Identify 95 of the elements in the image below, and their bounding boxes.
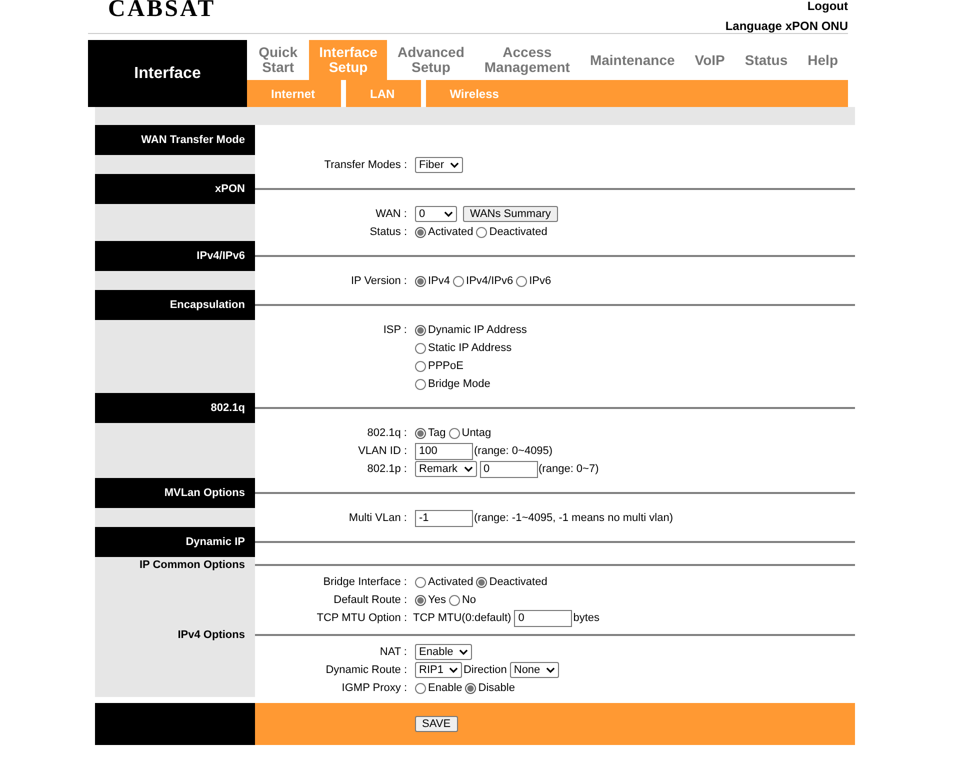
input-field[interactable]: 0 (480, 460, 538, 478)
hint-text: (range: 0~4095) (474, 444, 553, 459)
radio-label: Untag (462, 426, 492, 441)
field-label: NAT : (378, 645, 408, 660)
nav-tab[interactable]: Access Management (474, 40, 580, 80)
radio-button[interactable] (465, 682, 476, 694)
hint-text: bytes (573, 611, 600, 626)
radio-label: Dynamic IP Address (428, 323, 527, 338)
radio-label: Static IP Address (428, 341, 512, 356)
chevron-icon (449, 667, 458, 673)
radio-button[interactable] (476, 226, 488, 238)
section-header: MVLan Options (95, 478, 255, 508)
radio-button[interactable] (415, 576, 426, 588)
hint-text: (range: 0~7) (538, 462, 599, 477)
radio-button[interactable] (415, 342, 426, 354)
save-button[interactable]: SAVE (415, 716, 458, 732)
radio-button[interactable] (415, 360, 426, 372)
chevron-icon (444, 211, 453, 217)
input-field[interactable]: 100 (415, 442, 473, 460)
section-header: Dynamic IP (95, 527, 255, 557)
field-label: IGMP Proxy : (340, 681, 408, 696)
radio-button[interactable] (476, 576, 488, 588)
logo-text: CABSAT (108, 0, 216, 18)
field-label: Status : (368, 225, 408, 240)
hint-text: Direction (463, 663, 507, 678)
wans-summary-button[interactable]: WANs Summary (463, 206, 558, 222)
radio-button[interactable] (415, 324, 426, 336)
chevron-icon (546, 667, 556, 673)
field-label: 802.1q : (366, 426, 408, 441)
section-header: WAN Transfer Mode (95, 125, 255, 155)
field-label: WAN : (374, 207, 408, 222)
nav-tab[interactable]: Status (734, 40, 798, 80)
section-header: xPON (95, 174, 255, 204)
radio-button[interactable] (448, 594, 460, 606)
nav-tab[interactable]: VoIP (684, 40, 735, 80)
radio-label: Activated (428, 225, 474, 240)
field-label: Bridge Interface : (322, 575, 408, 590)
radio-label: Deactivated (489, 225, 548, 240)
section-label: IP Common Options (95, 557, 255, 572)
radio-label: IPv4/IPv6 (466, 274, 514, 289)
language-label: Language xPON ONU (725, 19, 848, 33)
radio-label: Bridge Mode (428, 377, 490, 392)
dropdown[interactable]: Remark (415, 461, 477, 477)
radio-button[interactable] (415, 682, 426, 694)
section-header: Encapsulation (95, 290, 255, 320)
radio-button[interactable] (448, 428, 460, 438)
radio-button[interactable] (453, 276, 464, 286)
chevron-icon (464, 466, 473, 472)
field-label: 802.1p : (366, 462, 408, 477)
section-header: IPv4/IPv6 (95, 241, 255, 271)
dropdown[interactable]: None (510, 662, 560, 678)
dropdown[interactable]: Enable (415, 644, 472, 660)
field-label: ISP : (382, 323, 408, 338)
radio-button[interactable] (516, 276, 528, 286)
radio-button[interactable] (415, 378, 426, 390)
nav-tab[interactable]: Quick Start (247, 40, 310, 80)
section-title: Interface (88, 40, 247, 107)
input-field[interactable]: 0 (514, 610, 572, 626)
nav-tab[interactable]: Help (798, 40, 848, 80)
field-label: Multi VLan : (348, 511, 408, 526)
field-label: Transfer Modes : (323, 158, 408, 173)
field-label: Default Route : (332, 593, 408, 608)
radio-label: IPv6 (529, 274, 552, 289)
field-label: TCP MTU Option : (316, 611, 408, 626)
section-header: 802.1q (95, 393, 255, 423)
menu-separator (420, 80, 426, 107)
radio-button[interactable] (415, 276, 426, 286)
radio-label: Deactivated (489, 575, 548, 590)
input-field[interactable]: -1 (415, 510, 473, 526)
radio-label: IPv4 (428, 274, 450, 289)
dropdown[interactable]: RIP1 (415, 662, 462, 678)
section-label: IPv4 Options (95, 627, 255, 642)
radio-label: Activated (428, 575, 474, 590)
menu-separator (341, 80, 346, 107)
radio-label: Enable (428, 681, 462, 696)
field-label: IP Version : (350, 274, 408, 289)
hint-text: (range: -1~4095, -1 means no multi vlan) (474, 511, 674, 526)
nav-tab[interactable]: Advanced Setup (387, 40, 474, 80)
field-label: VLAN ID : (357, 444, 408, 459)
dropdown[interactable]: Fiber (415, 157, 464, 173)
radio-button[interactable] (415, 226, 426, 238)
chevron-icon (450, 162, 460, 168)
dropdown[interactable]: 0 (415, 206, 457, 222)
radio-label: Tag (428, 426, 446, 441)
chevron-icon (459, 649, 468, 655)
hint-text: TCP MTU(0:default) (413, 611, 512, 626)
radio-button[interactable] (415, 594, 426, 606)
radio-label: No (462, 593, 476, 608)
nav-tab[interactable]: Maintenance (580, 40, 685, 80)
radio-label: Yes (428, 593, 446, 608)
radio-button[interactable] (415, 428, 426, 438)
radio-label: Disable (478, 681, 515, 696)
field-label: Dynamic Route : (324, 663, 408, 678)
radio-label: PPPoE (428, 359, 464, 374)
logout-link[interactable]: Logout (807, 0, 848, 12)
